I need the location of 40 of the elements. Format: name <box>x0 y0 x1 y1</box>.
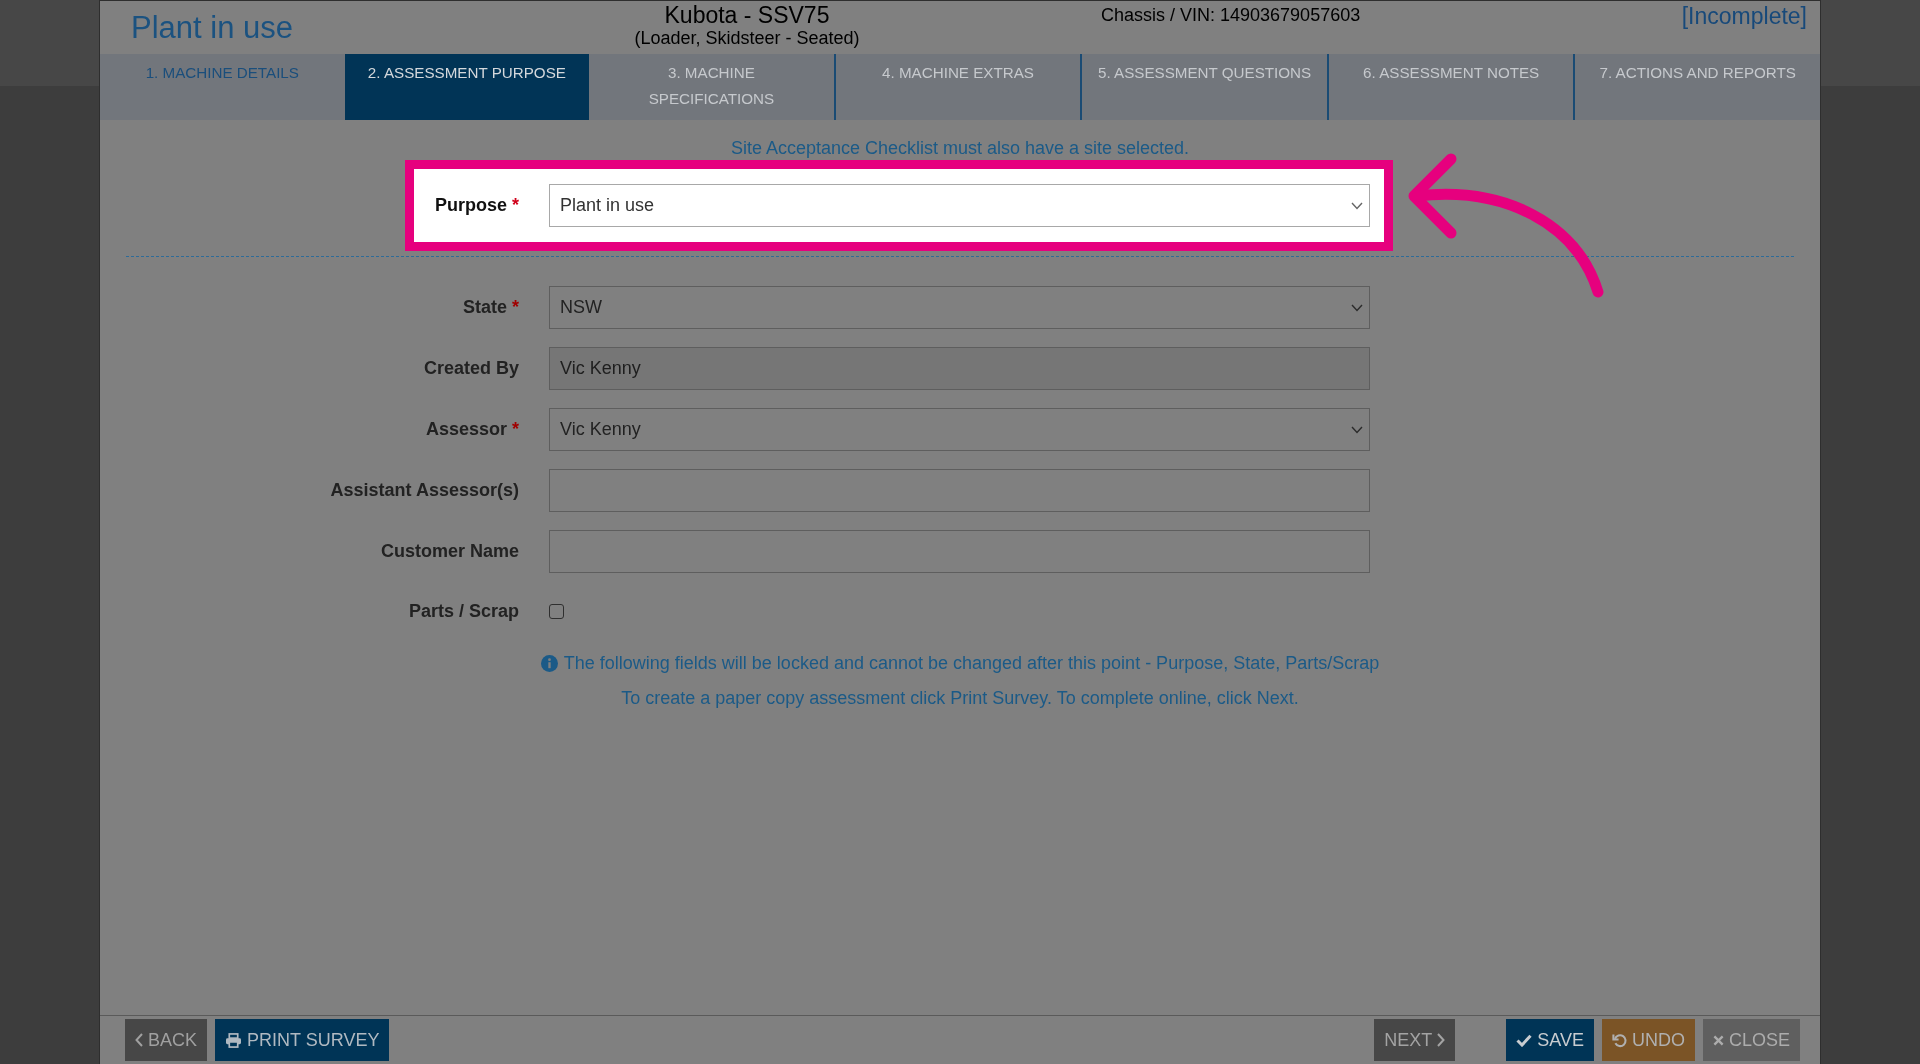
chevron-right-icon <box>1437 1033 1446 1047</box>
undo-icon <box>1611 1032 1627 1048</box>
status-label: [Incomplete] <box>1681 2 1808 31</box>
instruction-text: To create a paper copy assessment click Print Survey. To complete online, click Next. <box>620 687 1300 710</box>
dropdown[interactable]: Plant in use <box>549 184 1370 227</box>
field-label: State * <box>461 297 519 318</box>
undo-button[interactable]: UNDO <box>1601 1019 1695 1061</box>
tab[interactable]: 2. ASSESSMENT PURPOSE <box>344 54 590 120</box>
chevron-down-icon <box>1351 201 1363 210</box>
checkbox[interactable] <box>549 603 564 619</box>
field-label: Customer Name <box>379 541 519 562</box>
info-icon <box>540 654 558 672</box>
check-icon <box>1516 1033 1533 1047</box>
readonly-field: Vic Kenny <box>549 347 1370 390</box>
dropdown[interactable]: NSW <box>549 286 1370 329</box>
input-field[interactable] <box>549 530 1370 573</box>
field-label: Purpose * <box>433 195 519 216</box>
chevron-left-icon <box>135 1033 143 1047</box>
machine-type: (Loader, Skidsteer - Seated) <box>633 28 861 49</box>
print-button[interactable]: PRINT SURVEY <box>215 1019 390 1061</box>
input-field[interactable] <box>549 469 1370 512</box>
save-button[interactable]: SAVE <box>1506 1019 1594 1061</box>
chassis-vin: Chassis / VIN: 14903679057603 <box>1101 4 1361 27</box>
notice-text: Site Acceptance Checklist must also have a site selected. <box>729 138 1191 158</box>
field-label: Assistant Assessor(s) <box>329 480 519 501</box>
chevron-down-icon <box>1351 425 1363 434</box>
back-button[interactable]: BACK <box>125 1019 208 1061</box>
close-button[interactable]: CLOSE <box>1702 1019 1800 1061</box>
info-text: The following fields will be locked and cannot be changed after this point - Purpose, State, Parts/Scrap <box>563 652 1380 675</box>
next-button[interactable]: NEXT <box>1374 1019 1456 1061</box>
printer-icon <box>225 1032 243 1048</box>
chevron-down-icon <box>1351 303 1363 312</box>
tab[interactable]: 1. MACHINE DETAILS <box>100 54 345 120</box>
field-label: Assessor * <box>424 419 519 440</box>
close-icon <box>1712 1034 1724 1046</box>
field-label: Parts / Scrap <box>407 600 519 622</box>
dropdown[interactable]: Vic Kenny <box>549 408 1370 451</box>
field-label: Created By <box>422 358 519 379</box>
machine-name: Kubota - SSV75 <box>663 2 831 28</box>
page-title: Plant in use <box>130 9 294 47</box>
